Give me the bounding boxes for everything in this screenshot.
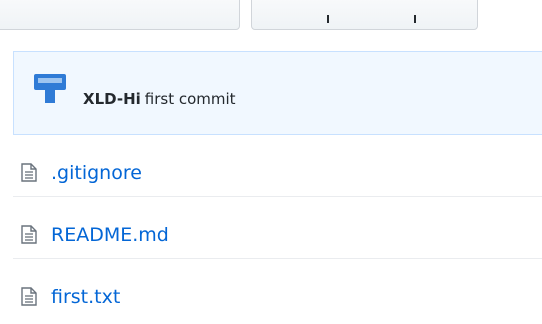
file-link-gitignore[interactable]: .gitignore — [51, 161, 142, 185]
avatar-icon[interactable] — [34, 74, 66, 104]
commit-summary: XLD-Hi first commit — [83, 89, 236, 109]
file-row: .gitignore — [13, 135, 542, 197]
repository-page: XLD-Hi first commit .gitignore README.md… — [0, 0, 542, 324]
file-text-icon — [21, 225, 37, 244]
file-link-first-txt[interactable]: first.txt — [51, 285, 120, 309]
latest-commit-bar: XLD-Hi first commit — [13, 51, 542, 135]
button-glyph-fragment — [327, 15, 329, 23]
file-list: .gitignore README.md first.txt — [13, 135, 542, 321]
toolbar-button-right[interactable] — [251, 0, 478, 30]
file-row: README.md — [13, 197, 542, 259]
toolbar-button-left[interactable] — [0, 0, 240, 30]
commit-message-link[interactable]: first commit — [145, 90, 236, 108]
button-glyph-fragment — [414, 15, 416, 23]
toolbar — [0, 0, 542, 36]
file-link-readme[interactable]: README.md — [51, 223, 169, 247]
commit-author-link[interactable]: XLD-Hi — [83, 90, 141, 108]
file-text-icon — [21, 163, 37, 182]
file-text-icon — [21, 287, 37, 306]
file-row: first.txt — [13, 259, 542, 321]
